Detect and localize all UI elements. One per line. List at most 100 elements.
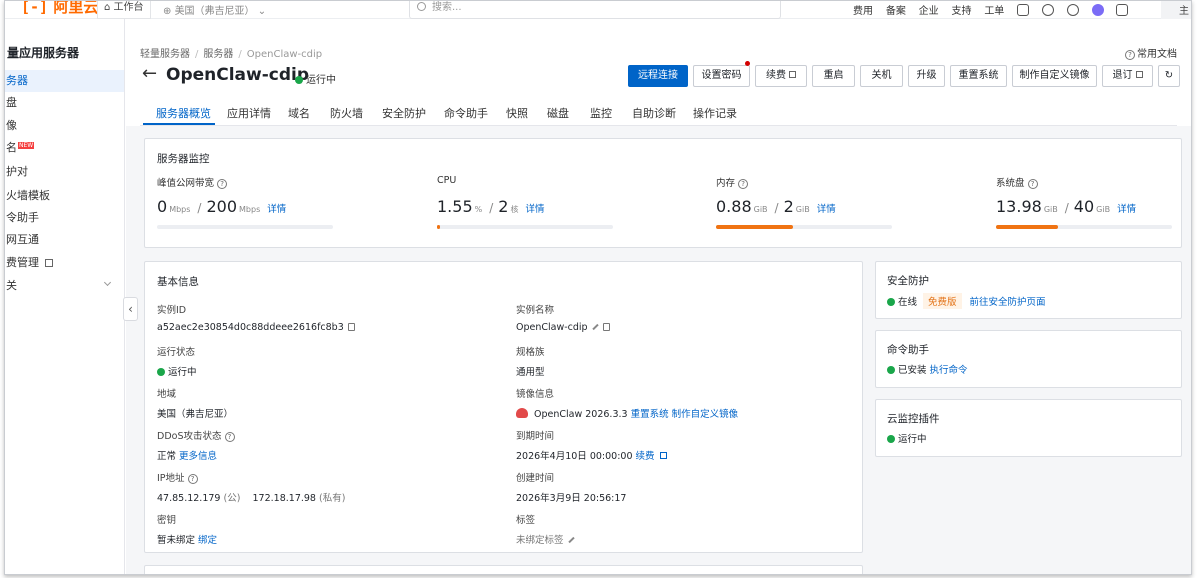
make-image-link[interactable]: 制作自定义镜像	[672, 409, 739, 420]
top-link-enterprise[interactable]: 企业	[919, 2, 939, 17]
aliyun-logo[interactable]: [-] 阿里云	[21, 1, 98, 17]
spec-family-field: 规格族 通用型	[516, 344, 816, 378]
field-label: 镜像信息	[516, 389, 555, 400]
edit-icon[interactable]	[567, 536, 575, 544]
workspace-button[interactable]: ⌂ 工作台	[97, 1, 151, 19]
back-arrow-icon[interactable]: ←	[142, 63, 157, 84]
renew-link[interactable]: 续费	[636, 451, 655, 462]
metric-total: 2	[783, 197, 794, 216]
top-link-ticket[interactable]: 工单	[984, 2, 1004, 17]
set-password-button[interactable]: 设置密码	[693, 65, 750, 87]
refresh-button[interactable]: ↻	[1158, 65, 1180, 87]
reset-system-button[interactable]: 重置系统	[950, 65, 1007, 87]
breadcrumb-lightweight[interactable]: 轻量服务器	[140, 49, 190, 60]
top-link-fee[interactable]: 费用	[853, 2, 873, 17]
copy-icon[interactable]	[347, 323, 355, 331]
sidebar-item-domains[interactable]: 名 NEW	[5, 137, 124, 159]
bind-key-link[interactable]: 绑定	[198, 535, 217, 546]
expire-field: 到期时间 2026年4月10日 00:00:00 续费	[516, 428, 816, 462]
sidebar-item-intranet[interactable]: 网互通	[5, 229, 124, 251]
sidebar-item-servers[interactable]: 务器	[5, 70, 124, 92]
renew-button[interactable]: 续费	[755, 65, 807, 87]
bell-icon[interactable]	[1041, 4, 1054, 16]
restart-button[interactable]: 重启	[812, 65, 855, 87]
top-link-icp[interactable]: 备案	[886, 2, 906, 17]
instance-id-field: 实例ID a52aec2e30854d0c88ddeee2616fc8b3	[157, 302, 457, 333]
run-command-link[interactable]: 执行命令	[930, 365, 968, 376]
tab-firewall[interactable]: 防火墙	[330, 105, 363, 121]
check-circle-icon	[887, 366, 895, 374]
metric-value: 0.88	[716, 197, 752, 216]
refund-button[interactable]: 退订	[1102, 65, 1153, 87]
search-icon	[417, 2, 426, 11]
check-circle-icon	[887, 298, 895, 306]
message-icon[interactable]	[1017, 4, 1030, 16]
tab-overview[interactable]: 服务器概览	[156, 105, 211, 121]
goto-security-link[interactable]: 前往安全防护页面	[970, 297, 1046, 308]
metric-unit: Mbps	[169, 205, 191, 214]
sidebar-item-firewall-templates[interactable]: 火墙模板	[5, 185, 124, 207]
sidebar-item-images[interactable]: 像	[5, 115, 124, 137]
created-value: 2026年3月9日 20:56:17	[516, 493, 627, 504]
tab-snapshot[interactable]: 快照	[506, 105, 528, 121]
help-circle-icon[interactable]: ?	[217, 179, 228, 189]
sidebar-item-command-assistant[interactable]: 令助手	[5, 207, 124, 229]
tab-app-details[interactable]: 应用详情	[227, 105, 271, 121]
metric-detail-link[interactable]: 详情	[817, 204, 836, 215]
free-edition-badge: 免费版	[923, 293, 962, 309]
help-circle-icon[interactable]: ?	[224, 432, 235, 442]
tab-security[interactable]: 安全防护	[382, 105, 426, 121]
tab-disk[interactable]: 磁盘	[547, 105, 569, 121]
sidebar-item-keypairs[interactable]: 护对	[5, 161, 124, 183]
metric-label: CPU	[437, 175, 457, 186]
help-circle-icon[interactable]: ?	[738, 179, 749, 189]
reset-system-link[interactable]: 重置系统	[631, 409, 669, 420]
image-field: 镜像信息 OpenClaw 2026.3.3 重置系统 制作自定义镜像	[516, 386, 816, 420]
edit-icon[interactable]	[591, 323, 599, 331]
upgrade-button[interactable]: 升级	[908, 65, 945, 87]
breadcrumb-servers[interactable]: 服务器	[203, 49, 233, 60]
sidebar-item-related[interactable]: 关	[5, 275, 124, 297]
metric-total-unit: GiB	[1096, 205, 1111, 214]
copy-icon[interactable]	[602, 323, 610, 331]
remote-connect-button[interactable]: 远程连接	[628, 65, 688, 87]
image-value: OpenClaw 2026.3.3	[534, 409, 628, 420]
metric-unit: GiB	[753, 205, 768, 214]
security-status: 在线	[898, 297, 918, 308]
server-monitor-card: 服务器监控 峰值公网带宽 ? 0 Mbps/200 Mbps 详情 CPU 1.55%…	[144, 138, 1182, 248]
sidebar-item-disks[interactable]: 盘	[5, 92, 124, 114]
tab-command-assistant[interactable]: 命令助手	[444, 105, 488, 121]
tab-monitor[interactable]: 监控	[590, 105, 612, 121]
region-field: 地域 美国（弗吉尼亚）	[157, 386, 457, 420]
region-selector[interactable]: ⊕ 美国（弗吉尼亚） ⌄	[163, 2, 266, 17]
command-status: 已安装	[898, 365, 927, 376]
shutdown-button[interactable]: 关机	[860, 65, 903, 87]
tab-domain[interactable]: 域名	[288, 105, 310, 121]
sidebar-item-billing[interactable]: 费管理	[5, 252, 124, 274]
usage-bar-fill	[716, 225, 794, 229]
help-icon[interactable]	[1066, 4, 1079, 16]
tab-self-diagnosis[interactable]: 自助诊断	[632, 105, 676, 121]
search-input[interactable]: 搜索...	[409, 1, 781, 19]
field-label: 创建时间	[516, 473, 555, 484]
language-icon[interactable]	[1116, 4, 1129, 16]
metric-detail-link[interactable]: 详情	[525, 204, 544, 215]
private-ip-value: 172.18.17.98	[252, 493, 316, 504]
make-image-button[interactable]: 制作自定义镜像	[1012, 65, 1097, 87]
help-circle-icon[interactable]: ?	[187, 474, 198, 484]
sidebar-item-label: 火墙模板	[6, 189, 50, 202]
more-info-link[interactable]: 更多信息	[179, 451, 217, 462]
metric-system-disk: 系统盘 ? 13.98 GiB/40 GiB 详情	[996, 175, 1176, 229]
user-account-button[interactable]: 主	[1161, 1, 1191, 19]
sidebar-collapse-button[interactable]: ‹	[123, 297, 138, 321]
help-circle-icon[interactable]: ?	[1027, 179, 1038, 189]
metric-value: 1.55	[437, 197, 473, 216]
tab-operation-log[interactable]: 操作记录	[693, 105, 737, 121]
ai-assistant-icon[interactable]	[1091, 4, 1104, 16]
common-docs-link[interactable]: ? 常用文档	[1125, 45, 1177, 60]
field-label: IP地址	[157, 473, 185, 484]
cloud-monitor-title: 云监控插件	[887, 413, 940, 425]
metric-detail-link[interactable]: 详情	[1117, 204, 1136, 215]
top-link-support[interactable]: 支持	[951, 2, 971, 17]
metric-detail-link[interactable]: 详情	[267, 204, 286, 215]
